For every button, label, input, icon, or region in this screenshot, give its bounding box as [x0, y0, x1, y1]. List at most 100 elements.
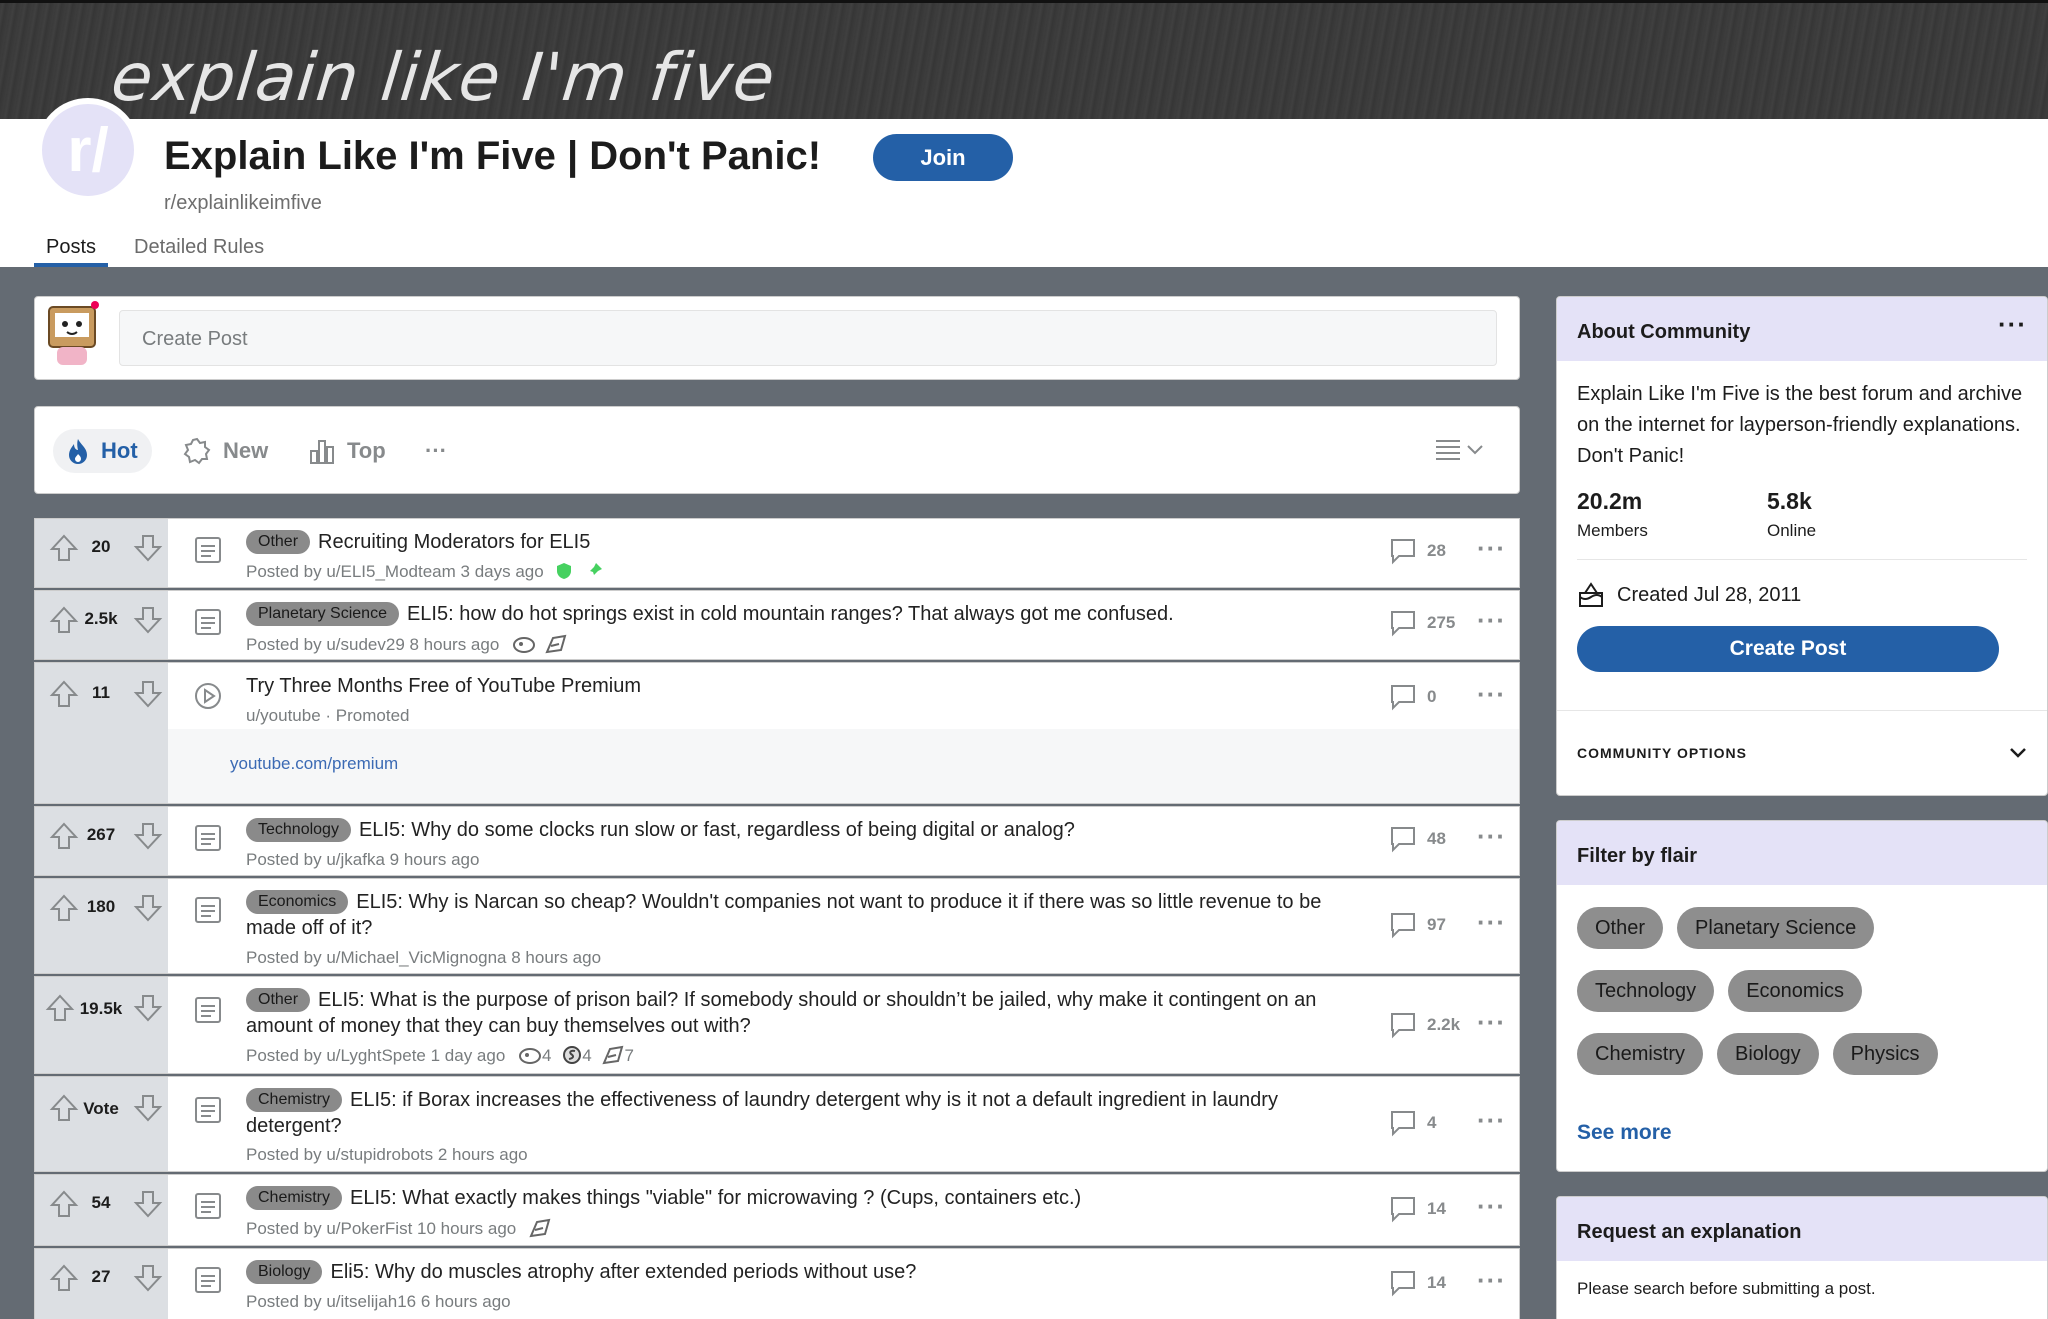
comment-count: 4	[1427, 1113, 1437, 1132]
post-title[interactable]: Chemistry ELI5: if Borax increases the ef…	[246, 1087, 1359, 1139]
sort-new-button[interactable]: New	[183, 429, 268, 473]
tab-detailed-rules[interactable]: Detailed Rules	[122, 228, 276, 267]
post-item[interactable]: 180 Economics ELI5: Why is Narcan so chea…	[34, 878, 1520, 974]
award-icon	[513, 637, 536, 653]
vote-column: 20	[35, 519, 168, 587]
post-item[interactable]: Vote Chemistry ELI5: if Borax increases t…	[34, 1076, 1520, 1172]
flair-chip-physics[interactable]: Physics	[1832, 1033, 1938, 1075]
post-flair[interactable]: Chemistry	[246, 1088, 343, 1112]
view-layout-toggle[interactable]	[1435, 437, 1483, 463]
post-more-button[interactable]: ···	[1477, 1007, 1506, 1038]
post-flair[interactable]: Other	[246, 988, 311, 1012]
post-title[interactable]: Biology Eli5: Why do muscles atrophy afte…	[246, 1259, 1359, 1285]
members-count: 20.2m	[1577, 488, 1643, 514]
post-item[interactable]: 54 Chemistry ELI5: What exactly makes thi…	[34, 1174, 1520, 1246]
sort-hot-button[interactable]: Hot	[53, 429, 152, 473]
promo-link[interactable]: youtube.com/premium	[230, 754, 398, 774]
about-more-button[interactable]: ···	[1998, 309, 2027, 340]
post-title[interactable]: Chemistry ELI5: What exactly makes things…	[246, 1185, 1359, 1211]
post-comments[interactable]: 4	[1389, 1109, 1436, 1137]
community-options-toggle[interactable]: COMMUNITY OPTIONS	[1557, 710, 2047, 761]
post-flair[interactable]: Chemistry	[246, 1186, 343, 1210]
post-comments[interactable]: 97	[1389, 911, 1446, 939]
post-more-button[interactable]: ···	[1477, 821, 1506, 852]
post-score: Vote	[83, 1099, 119, 1118]
downvote-icon[interactable]	[133, 679, 163, 709]
post-item[interactable]: 19.5k Other ELI5: What is the purpose of …	[34, 976, 1520, 1074]
flair-chip-technology[interactable]: Technology	[1577, 970, 1715, 1012]
post-comments[interactable]: 14	[1389, 1269, 1446, 1297]
community-banner: explain like I'm five	[0, 0, 2048, 119]
downvote-icon[interactable]	[133, 1189, 163, 1219]
downvote-icon[interactable]	[133, 605, 163, 635]
post-flair[interactable]: Other	[246, 530, 311, 554]
request-heading: Request an explanation	[1557, 1197, 2047, 1261]
post-title[interactable]: Planetary Science ELI5: how do hot spring…	[246, 601, 1359, 627]
sort-top-button[interactable]: Top	[309, 429, 386, 473]
post-comments[interactable]: 14	[1389, 1195, 1446, 1223]
downvote-icon[interactable]	[133, 533, 163, 563]
comment-count: 14	[1427, 1199, 1446, 1218]
promoted-post[interactable]: 11 Try Three Months Free of YouTube Prem…	[34, 662, 1520, 804]
text-post-icon	[195, 537, 221, 563]
post-score: 180	[86, 897, 116, 916]
post-flair[interactable]: Technology	[246, 818, 351, 842]
post-more-button[interactable]: ···	[1477, 1105, 1506, 1136]
post-more-button[interactable]: ···	[1477, 679, 1506, 710]
flair-chip-other[interactable]: Other	[1577, 907, 1664, 949]
create-post-input[interactable]: Create Post	[119, 310, 1497, 366]
post-comments[interactable]: 2.2k	[1389, 1011, 1460, 1039]
flair-chip-chemistry[interactable]: Chemistry	[1577, 1033, 1704, 1075]
post-more-button[interactable]: ···	[1477, 1191, 1506, 1222]
post-more-button[interactable]: ···	[1477, 1265, 1506, 1296]
sort-new-label: New	[223, 438, 269, 463]
post-flair[interactable]: Economics	[246, 890, 349, 914]
post-more-button[interactable]: ···	[1477, 605, 1506, 636]
about-heading: About Community ···	[1557, 297, 2047, 361]
post-title[interactable]: Other ELI5: What is the purpose of prison…	[246, 987, 1359, 1039]
sort-more-button[interactable]: ···	[425, 429, 447, 473]
downvote-icon[interactable]	[133, 1093, 163, 1123]
downvote-icon[interactable]	[133, 821, 163, 851]
comment-icon	[1391, 1271, 1415, 1297]
flair-chip-economics[interactable]: Economics	[1728, 970, 1862, 1012]
downvote-icon[interactable]	[133, 893, 163, 923]
post-title[interactable]: Economics ELI5: Why is Narcan so cheap? W…	[246, 889, 1359, 941]
sparkle-badge-icon	[183, 437, 211, 465]
downvote-icon[interactable]	[133, 993, 163, 1023]
post-more-button[interactable]: ···	[1477, 533, 1506, 564]
post-item[interactable]: 20 Other Recruiting Moderators for ELI5 P…	[34, 518, 1520, 588]
post-more-button[interactable]: ···	[1477, 907, 1506, 938]
post-item[interactable]: 267 Technology ELI5: Why do some clocks r…	[34, 806, 1520, 876]
vote-column: 27	[35, 1249, 168, 1319]
post-item[interactable]: 27 Biology Eli5: Why do muscles atrophy a…	[34, 1248, 1520, 1319]
post-comments[interactable]: 48	[1389, 825, 1446, 853]
post-title[interactable]: Technology ELI5: Why do some clocks run s…	[246, 817, 1359, 843]
flair-chip-biology[interactable]: Biology	[1717, 1033, 1819, 1075]
post-item[interactable]: 2.5k Planetary Science ELI5: how do hot s…	[34, 590, 1520, 660]
post-title[interactable]: Try Three Months Free of YouTube Premium	[246, 673, 1359, 699]
post-title-text: ELI5: What exactly makes things "viable"…	[350, 1187, 1082, 1209]
comment-count: 28	[1427, 541, 1446, 560]
chevron-down-icon	[1467, 445, 1483, 455]
post-comments[interactable]: 275	[1389, 609, 1455, 637]
post-comments[interactable]: 0	[1389, 683, 1436, 711]
about-community-card: About Community ··· Explain Like I'm Fiv…	[1556, 296, 2048, 796]
downvote-icon[interactable]	[133, 1263, 163, 1293]
sidebar-create-post-button[interactable]: Create Post	[1577, 626, 1999, 672]
post-flair[interactable]: Biology	[246, 1260, 323, 1284]
join-button[interactable]: Join	[873, 134, 1013, 181]
upvote-icon[interactable]	[45, 993, 75, 1023]
post-meta: Posted by u/LyghtSpete 1 day ago 4 4 7	[246, 1045, 634, 1066]
request-explanation-card: Request an explanation Please search bef…	[1556, 1196, 2048, 1319]
post-flair[interactable]: Planetary Science	[246, 602, 399, 626]
post-meta: Posted by u/ELI5_Modteam 3 days ago	[246, 562, 603, 582]
post-title[interactable]: Other Recruiting Moderators for ELI5	[246, 529, 1359, 555]
post-comments[interactable]: 28	[1389, 537, 1446, 565]
tab-posts[interactable]: Posts	[34, 228, 109, 267]
flair-chip-planetary-science[interactable]: Planetary Science	[1677, 907, 1875, 949]
see-more-link[interactable]: See more	[1577, 1121, 2047, 1145]
post-score: 11	[92, 683, 110, 702]
award-count: 4	[582, 1046, 592, 1065]
user-avatar-icon[interactable]	[43, 297, 105, 371]
